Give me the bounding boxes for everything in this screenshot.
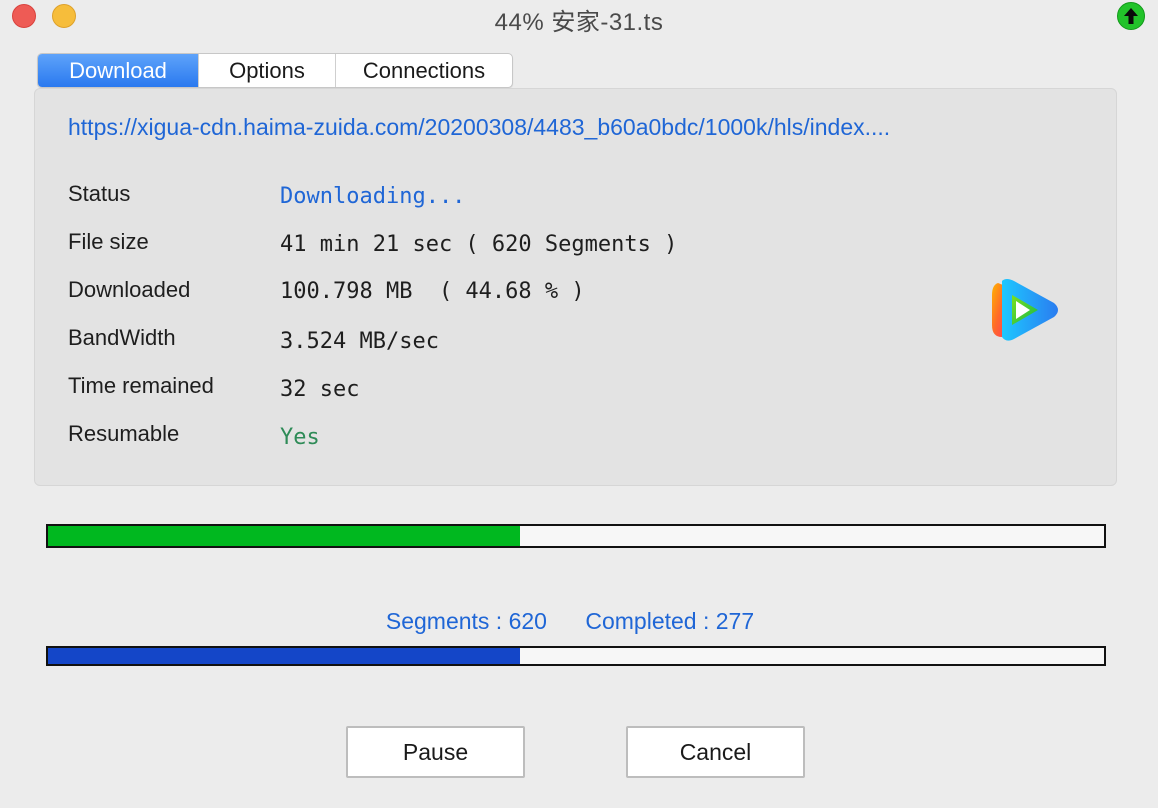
- tab-options[interactable]: Options: [199, 54, 336, 87]
- pause-button[interactable]: Pause: [346, 726, 525, 778]
- resumable-label: Resumable: [68, 421, 180, 446]
- resumable-value: Yes: [280, 425, 320, 450]
- segments-info: Segments : 620 Completed : 277: [0, 608, 1140, 635]
- status-label: Status: [68, 181, 131, 206]
- segments-progress-fill: [48, 648, 520, 664]
- bandwidth-value: 3.524 MB/sec: [280, 329, 439, 354]
- tab-download[interactable]: Download: [38, 54, 199, 87]
- segments-progress-bar: [46, 646, 1106, 666]
- status-value: Downloading...: [280, 184, 466, 209]
- download-progress-bar: [46, 524, 1106, 548]
- downloaded-value: 100.798 MB ( 44.68 % ): [280, 279, 585, 304]
- file-size-value: 41 min 21 sec ( 620 Segments ): [280, 232, 678, 257]
- download-progress-fill: [48, 526, 520, 546]
- completed-count: Completed : 277: [585, 608, 755, 634]
- downloaded-label: Downloaded: [68, 277, 191, 302]
- title-bar: 44% 安家-31.ts: [0, 0, 1158, 36]
- segments-count: Segments : 620: [385, 608, 547, 634]
- video-player-logo-icon: [988, 277, 1062, 348]
- cancel-button[interactable]: Cancel: [626, 726, 805, 778]
- file-size-label: File size: [68, 229, 149, 254]
- time-remained-value: 32 sec: [280, 377, 360, 402]
- download-url[interactable]: https://xigua-cdn.haima-zuida.com/202003…: [68, 114, 1078, 141]
- upload-status-icon[interactable]: [1117, 2, 1145, 30]
- tab-bar: Download Options Connections: [37, 53, 513, 88]
- time-remained-label: Time remained: [68, 373, 214, 398]
- tab-connections[interactable]: Connections: [336, 54, 512, 87]
- bandwidth-label: BandWidth: [68, 325, 176, 350]
- window-title: 44% 安家-31.ts: [494, 9, 664, 36]
